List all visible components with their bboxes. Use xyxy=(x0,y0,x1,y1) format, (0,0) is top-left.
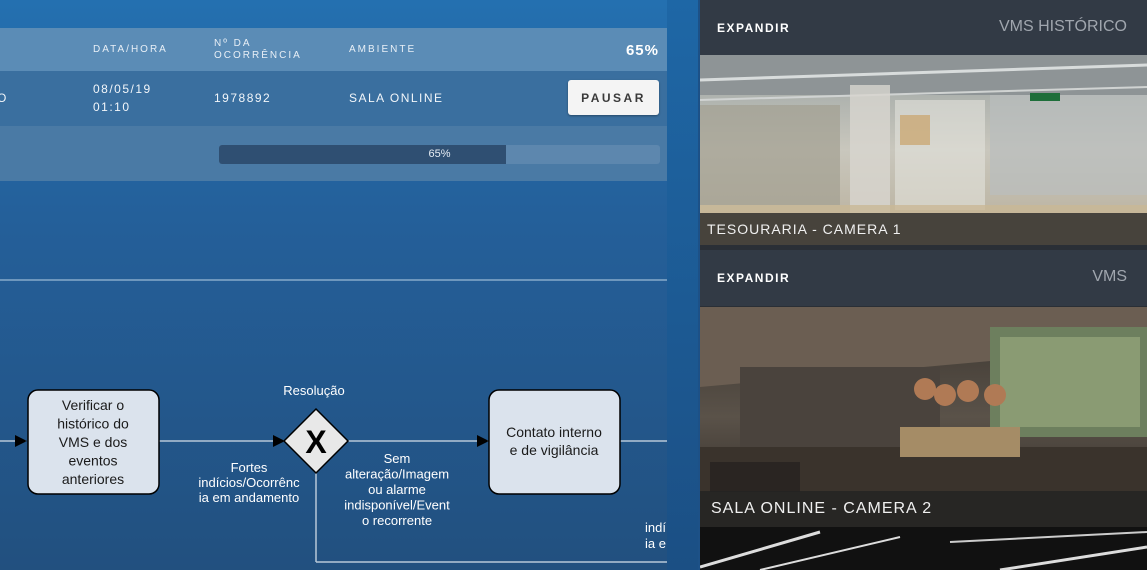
task2-label-line: e de vigilância xyxy=(510,442,599,458)
camera-feed-tesouraria[interactable]: TESOURARIA - CAMERA 1 xyxy=(700,55,1147,245)
camera-caption: SALA ONLINE - CAMERA 2 xyxy=(700,491,1147,527)
panel-divider xyxy=(667,0,698,570)
branch-left-line: indícios/Ocorrênc xyxy=(198,475,300,490)
branch-label-right: Sem alteração/Imagem ou alarme indisponível… xyxy=(344,451,450,528)
branch-left-line: Fortes xyxy=(231,460,268,475)
expand-button[interactable]: EXPANDIR xyxy=(717,21,790,35)
camera-image xyxy=(700,527,1147,570)
expand-button[interactable]: EXPANDIR xyxy=(717,271,790,285)
branch-label-left: Fortes indícios/Ocorrênc ia em andamento xyxy=(198,460,300,505)
task-verify-history[interactable]: Verificar o histórico do VMS e dos eventos a… xyxy=(27,389,160,495)
vms-live-title: VMS xyxy=(1092,268,1127,285)
edge-text-line: indí xyxy=(645,520,666,535)
edge-text-line: ia e xyxy=(645,536,666,551)
task-internal-contact[interactable]: Contato interno e de vigilância xyxy=(488,389,621,495)
task1-label-line: Verificar o xyxy=(62,397,124,413)
vms-panel: EXPANDIR VMS HISTÓRICO TESOURARIA - CAME… xyxy=(700,0,1147,570)
camera-feed-3[interactable] xyxy=(700,527,1147,570)
vms-live-header: EXPANDIR VMS xyxy=(700,250,1147,306)
vms-history-header: EXPANDIR VMS HISTÓRICO xyxy=(700,0,1147,55)
edge-label-truncated: indí ia e xyxy=(645,520,666,551)
branch-right-line: ou alarme xyxy=(368,482,426,497)
branch-right-line: Sem xyxy=(384,451,411,466)
gateway-label: Resolução xyxy=(283,383,344,398)
task1-label-line: eventos xyxy=(68,453,117,469)
task1-label-line: histórico do xyxy=(57,416,129,432)
branch-right-line: alteração/Imagem xyxy=(345,467,449,482)
branch-right-line: indisponível/Event xyxy=(344,498,450,513)
bpmn-diagram: Verificar o histórico do VMS e dos eventos a… xyxy=(0,383,667,563)
workflow-panel: DATA/HORA Nº DA OCORRÊNCIA AMBIENTE 65% … xyxy=(0,0,698,570)
task1-label-line: anteriores xyxy=(62,471,124,487)
camera-caption: TESOURARIA - CAMERA 1 xyxy=(700,213,1147,245)
task1-label-line: VMS e dos xyxy=(59,434,127,450)
svg-text:Verificar ohistórico doVMS e d: Verificar o histórico do VMS e dos eventos a… xyxy=(57,397,129,487)
exclusive-gateway[interactable]: X xyxy=(282,407,350,475)
vms-history-title: VMS HISTÓRICO xyxy=(998,18,1127,35)
task2-label-line: Contato interno xyxy=(506,424,602,440)
branch-left-line: ia em andamento xyxy=(199,490,299,505)
camera-feed-sala-online[interactable]: SALA ONLINE - CAMERA 2 xyxy=(700,307,1147,527)
branch-right-line: o recorrente xyxy=(362,513,432,528)
gateway-x-icon: X xyxy=(305,424,327,460)
